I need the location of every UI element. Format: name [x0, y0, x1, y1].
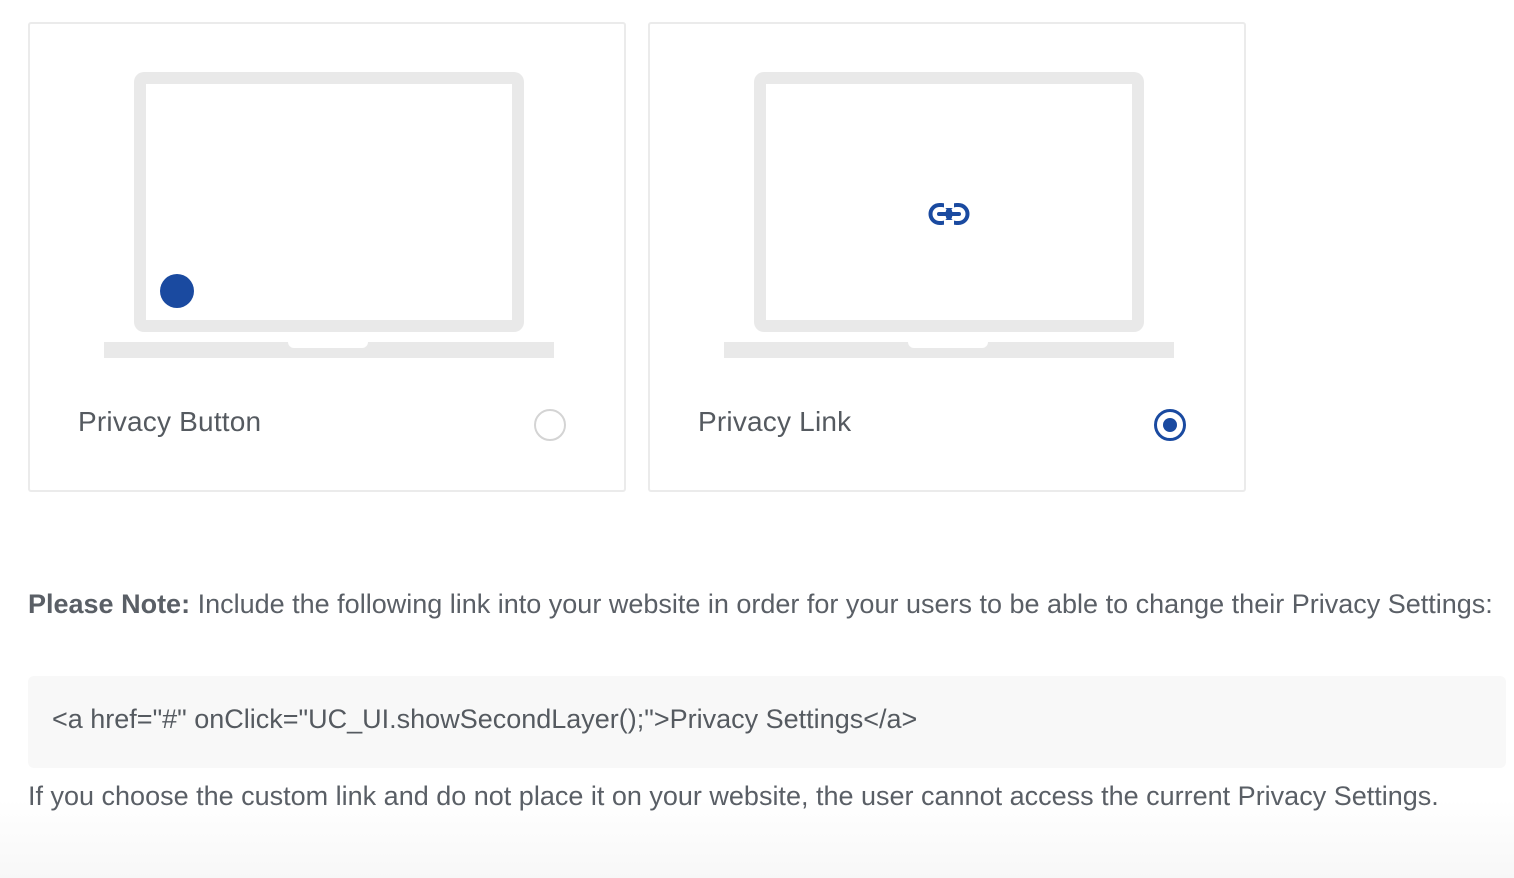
- privacy-button-label: Privacy Button: [78, 406, 262, 437]
- privacy-settings-page: Privacy Button Privacy Link Please Note:…: [0, 0, 1514, 878]
- laptop-notch: [288, 342, 368, 348]
- laptop-illustration: [104, 72, 554, 362]
- privacy-button-dot-icon: [160, 274, 194, 308]
- laptop-screen: [134, 72, 524, 332]
- laptop-notch: [908, 342, 988, 348]
- please-note-text: Include the following link into your web…: [190, 589, 1493, 619]
- privacy-button-radio[interactable]: [534, 409, 566, 441]
- code-snippet-text[interactable]: <a href="#" onClick="UC_UI.showSecondLay…: [52, 704, 917, 735]
- link-icon: [928, 203, 970, 225]
- radio-selected-indicator: [1163, 418, 1177, 432]
- please-note-paragraph: Please Note: Include the following link …: [28, 582, 1498, 626]
- privacy-link-label: Privacy Link: [698, 406, 852, 437]
- custom-link-warning-text: If you choose the custom link and do not…: [28, 781, 1439, 811]
- laptop-illustration: [724, 72, 1174, 362]
- privacy-link-option-card[interactable]: Privacy Link: [648, 22, 1246, 492]
- privacy-button-option-card[interactable]: Privacy Button: [28, 22, 626, 492]
- laptop-screen: [754, 72, 1144, 332]
- privacy-link-radio[interactable]: [1154, 409, 1186, 441]
- code-snippet-box[interactable]: <a href="#" onClick="UC_UI.showSecondLay…: [28, 676, 1506, 768]
- please-note-label: Please Note:: [28, 589, 191, 619]
